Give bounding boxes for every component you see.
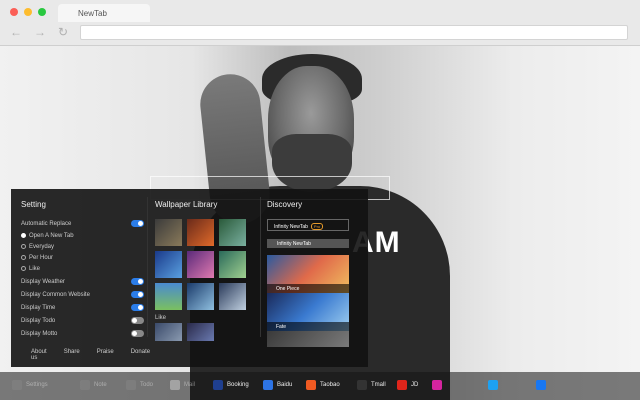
wallpaper-thumb[interactable] [187,323,214,341]
site-shortcut[interactable] [488,380,502,390]
discovery-column: Discovery Infinity NewTab Pro Infinity Ne… [267,189,363,367]
site-label: Mail [184,382,196,388]
wallpaper-thumb[interactable] [155,219,182,246]
site-shortcut[interactable] [536,380,550,390]
auto-replace-label: Automatic Replace [21,221,72,227]
site-icon [536,380,546,390]
display-todo-label: Display Todo [21,318,56,324]
site-shortcut[interactable]: JD [397,380,418,390]
share-link[interactable]: Share [64,349,80,361]
wallpaper-thumb[interactable] [155,323,182,341]
site-label: Todo [140,382,154,388]
site-icon [432,380,442,390]
wallpaper-thumb[interactable] [219,251,246,278]
maximize-window-button[interactable] [38,8,46,16]
site-shortcut[interactable]: Settings [12,380,48,390]
setting-column: Setting Automatic Replace Open A New Tab… [21,189,150,367]
site-icon [357,380,367,390]
display-weather-toggle[interactable] [131,278,144,285]
site-icon [12,380,22,390]
site-label: JD [411,382,419,388]
wallpaper-thumb[interactable] [187,219,214,246]
display-website-toggle[interactable] [131,291,144,298]
back-icon[interactable]: ← [10,26,22,38]
site-label: Note [94,382,107,388]
radio-icon [21,233,26,238]
minimize-window-button[interactable] [24,8,32,16]
radio-icon [21,266,26,271]
wallpaper-thumb[interactable] [187,283,214,310]
wallpaper-title: Wallpaper Library [155,200,218,209]
site-label: Tmall [371,382,386,388]
wallpaper-thumb[interactable] [219,283,246,310]
discovery-card-label: One Piece [267,284,349,293]
site-icon [263,380,273,390]
site-label: Baidu [277,382,293,388]
site-icon [488,380,498,390]
quick-access-bar: Settings Note Todo Mail Booking Baidu Taobao Tm… [0,372,640,400]
site-shortcut[interactable]: Note [80,380,107,390]
reload-icon[interactable]: ↻ [58,26,68,38]
wallpaper-thumb[interactable] [219,219,246,246]
auto-replace-toggle[interactable] [131,220,144,227]
forward-icon[interactable]: → [34,26,46,38]
discovery-header-card[interactable]: Infinity NewTab Pro [267,219,349,231]
site-icon [397,380,407,390]
site-shortcut[interactable]: Taobao [306,380,340,390]
site-icon [80,380,90,390]
site-icon [126,380,136,390]
display-weather-label: Display Weather [21,279,65,285]
browser-chrome: NewTab ← → ↻ [0,0,640,46]
site-shortcut[interactable]: Baidu [263,380,292,390]
option-per-hour[interactable]: Per Hour [21,255,53,261]
discovery-card[interactable] [267,331,349,347]
like-label: Like [155,315,167,321]
discovery-title: Discovery [267,200,303,209]
site-label: Booking [227,382,249,388]
wallpaper-thumb[interactable] [155,251,182,278]
window-controls [10,8,46,16]
site-shortcut[interactable]: Tmall [357,380,386,390]
close-window-button[interactable] [10,8,18,16]
praise-link[interactable]: Praise [97,349,114,361]
site-label: Settings [26,382,48,388]
wallpaper-thumb[interactable] [155,283,182,310]
wallpaper-library: Wallpaper Library Like [155,189,260,367]
settings-footer: About us Share Praise Donate [31,349,150,361]
setting-title: Setting [21,200,46,209]
discovery-card-label: Fate [267,322,349,331]
wallpaper-thumb[interactable] [187,251,214,278]
site-shortcut[interactable]: Todo [126,380,153,390]
pro-badge: Pro [310,223,324,230]
site-icon [306,380,316,390]
browser-tab[interactable]: NewTab [58,4,150,22]
site-shortcut[interactable]: Mail [170,380,195,390]
option-everyday[interactable]: Everyday [21,244,54,250]
site-label: Taobao [320,382,340,388]
site-icon [213,380,223,390]
radio-icon [21,255,26,260]
display-time-label: Display Time [21,305,56,311]
about-us-link[interactable]: About us [31,349,47,361]
display-motto-label: Display Motto [21,331,58,337]
tab-title: NewTab [78,9,107,18]
option-open-new-tab[interactable]: Open A New Tab [21,233,74,239]
donate-link[interactable]: Donate [131,349,150,361]
discovery-sub-item[interactable]: Infinity NewTab [267,239,349,248]
display-website-label: Display Common Website [21,292,90,298]
site-icon [170,380,180,390]
address-bar[interactable] [80,25,628,40]
display-time-toggle[interactable] [131,304,144,311]
radio-icon [21,244,26,249]
option-like[interactable]: Like [21,266,40,272]
display-todo-toggle[interactable] [131,317,144,324]
site-shortcut[interactable]: Booking [213,380,249,390]
display-motto-toggle[interactable] [131,330,144,337]
settings-panel: Setting Automatic Replace Open A New Tab… [11,189,368,367]
site-shortcut[interactable] [432,380,446,390]
